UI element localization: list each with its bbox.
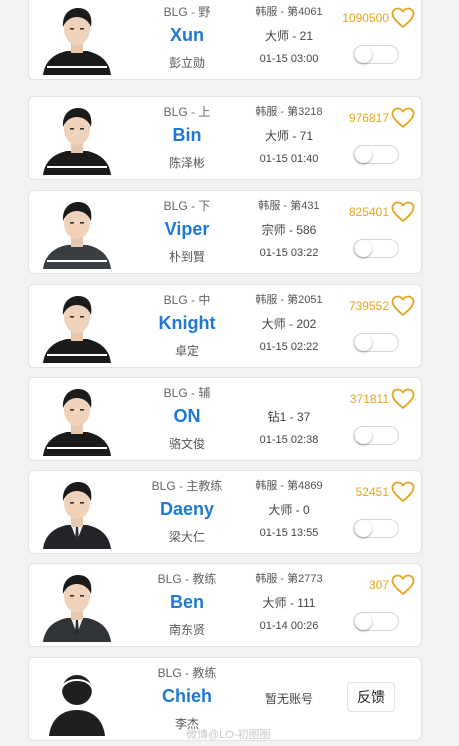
player-photo xyxy=(41,101,113,175)
coach-photo xyxy=(41,475,113,549)
player-real-name: 彭立勋 xyxy=(168,56,205,70)
notify-toggle[interactable] xyxy=(353,426,399,445)
like-count: 371811 xyxy=(349,392,389,406)
heart-icon[interactable] xyxy=(391,201,415,223)
player-card[interactable]: BLG - 主教练 Daeny 梁大仁 韩服 - 第4869 大师 - 0 01-15 1… xyxy=(28,470,422,554)
like-count: 307 xyxy=(368,578,389,592)
player-card[interactable]: BLG - 辅 ON 骆文俊 钻1 - 37 01-15 02:38 371811 xyxy=(28,377,422,461)
toggle-knob xyxy=(355,334,372,351)
default-avatar-icon xyxy=(41,662,113,736)
team-role: BLG - 中 xyxy=(163,293,211,307)
like-count: 825401 xyxy=(348,205,389,219)
last-game-time: 01-15 13:55 xyxy=(259,527,319,539)
like-count: 739552 xyxy=(348,299,389,313)
notify-toggle[interactable] xyxy=(353,612,399,631)
tier-points: 大师 - 21 xyxy=(264,29,313,43)
heart-icon[interactable] xyxy=(391,388,415,410)
toggle-knob xyxy=(355,613,372,630)
player-card[interactable]: BLG - 中 Knight 卓定 韩服 - 第2051 大师 - 202 01-15 0… xyxy=(28,284,422,368)
tier-points: 宗师 - 586 xyxy=(261,223,317,237)
player-ign[interactable]: ON xyxy=(137,406,237,427)
player-real-name: 南东贤 xyxy=(168,623,205,637)
server-rank: 韩服 - 第4869 xyxy=(255,480,323,492)
feedback-button[interactable]: 反馈 xyxy=(347,682,395,712)
notify-toggle[interactable] xyxy=(353,45,399,64)
team-role: BLG - 上 xyxy=(163,105,211,119)
heart-icon[interactable] xyxy=(391,295,415,317)
player-card[interactable]: BLG - 上 Bin 陈泽彬 韩服 - 第3218 大师 - 71 01-15 01:4… xyxy=(28,96,422,180)
like-count: 1090500 xyxy=(342,11,389,25)
player-card[interactable]: BLG - 下 Viper 朴到賢 韩服 - 第431 宗师 - 586 01-15 03… xyxy=(28,190,422,274)
player-real-name: 朴到賢 xyxy=(168,250,205,264)
notify-toggle[interactable] xyxy=(353,333,399,352)
team-role: BLG - 教练 xyxy=(157,572,217,586)
toggle-knob xyxy=(355,240,372,257)
toggle-knob xyxy=(355,520,372,537)
toggle-knob xyxy=(355,146,372,163)
tier-points: 大师 - 111 xyxy=(262,596,316,610)
last-game-time: 01-15 03:00 xyxy=(259,53,319,65)
player-card[interactable]: BLG - 教练 Ben 南东贤 韩服 - 第2773 大师 - 111 01-14 00… xyxy=(28,563,422,647)
server-rank: 韩服 - 第4061 xyxy=(255,6,323,18)
tier-points: 大师 - 0 xyxy=(268,503,310,517)
player-list: BLG - 野 Xun 彭立勋 韩服 - 第4061 大师 - 21 01-15 03:0… xyxy=(0,0,459,746)
heart-icon[interactable] xyxy=(391,107,415,129)
server-rank: 韩服 - 第3218 xyxy=(255,106,323,118)
coach-photo xyxy=(41,568,113,642)
notify-toggle[interactable] xyxy=(353,519,399,538)
heart-icon[interactable] xyxy=(391,481,415,503)
last-game-time: 01-14 00:26 xyxy=(259,620,319,632)
tier-points: 大师 - 71 xyxy=(264,129,313,143)
player-card[interactable]: BLG - 野 Xun 彭立勋 韩服 - 第4061 大师 - 21 01-15 03:0… xyxy=(28,0,422,80)
notify-toggle[interactable] xyxy=(353,145,399,164)
toggle-knob xyxy=(355,46,372,63)
player-ign[interactable]: Xun xyxy=(137,25,237,46)
toggle-knob xyxy=(355,427,372,444)
server-rank: 韩服 - 第431 xyxy=(258,200,320,212)
player-photo xyxy=(41,195,113,269)
team-role: BLG - 下 xyxy=(163,199,211,213)
player-photo xyxy=(41,1,113,75)
heart-icon[interactable] xyxy=(391,574,415,596)
player-real-name: 陈泽彬 xyxy=(168,156,205,170)
last-game-time: 01-15 02:38 xyxy=(259,434,319,446)
player-real-name: 梁大仁 xyxy=(168,530,205,544)
notify-toggle[interactable] xyxy=(353,239,399,258)
team-role: BLG - 野 xyxy=(163,5,211,19)
like-count: 976817 xyxy=(348,111,389,125)
server-rank: 韩服 - 第2773 xyxy=(255,573,323,585)
player-ign[interactable]: Bin xyxy=(137,125,237,146)
tier-points: 钻1 - 37 xyxy=(267,410,311,424)
team-role: BLG - 辅 xyxy=(163,386,211,400)
player-ign[interactable]: Chieh xyxy=(137,686,237,707)
player-ign[interactable]: Knight xyxy=(137,313,237,334)
no-account-label: 暂无账号 xyxy=(264,692,313,706)
player-photo xyxy=(41,382,113,456)
last-game-time: 01-15 01:40 xyxy=(259,153,319,165)
tier-points: 大师 - 202 xyxy=(261,317,317,331)
like-count: 52451 xyxy=(355,485,389,499)
team-role: BLG - 主教练 xyxy=(151,479,223,493)
last-game-time: 01-15 02:22 xyxy=(259,341,319,353)
server-rank: 韩服 - 第2051 xyxy=(255,294,323,306)
player-ign[interactable]: Viper xyxy=(137,219,237,240)
player-real-name: 骆文俊 xyxy=(168,437,205,451)
player-ign[interactable]: Ben xyxy=(137,592,237,613)
watermark: 微博@LO-初图图 xyxy=(186,729,271,741)
player-real-name: 卓定 xyxy=(174,344,199,358)
player-ign[interactable]: Daeny xyxy=(137,499,237,520)
player-photo xyxy=(41,289,113,363)
team-role: BLG - 教练 xyxy=(157,666,217,680)
heart-icon[interactable] xyxy=(391,7,415,29)
last-game-time: 01-15 03:22 xyxy=(259,247,319,259)
